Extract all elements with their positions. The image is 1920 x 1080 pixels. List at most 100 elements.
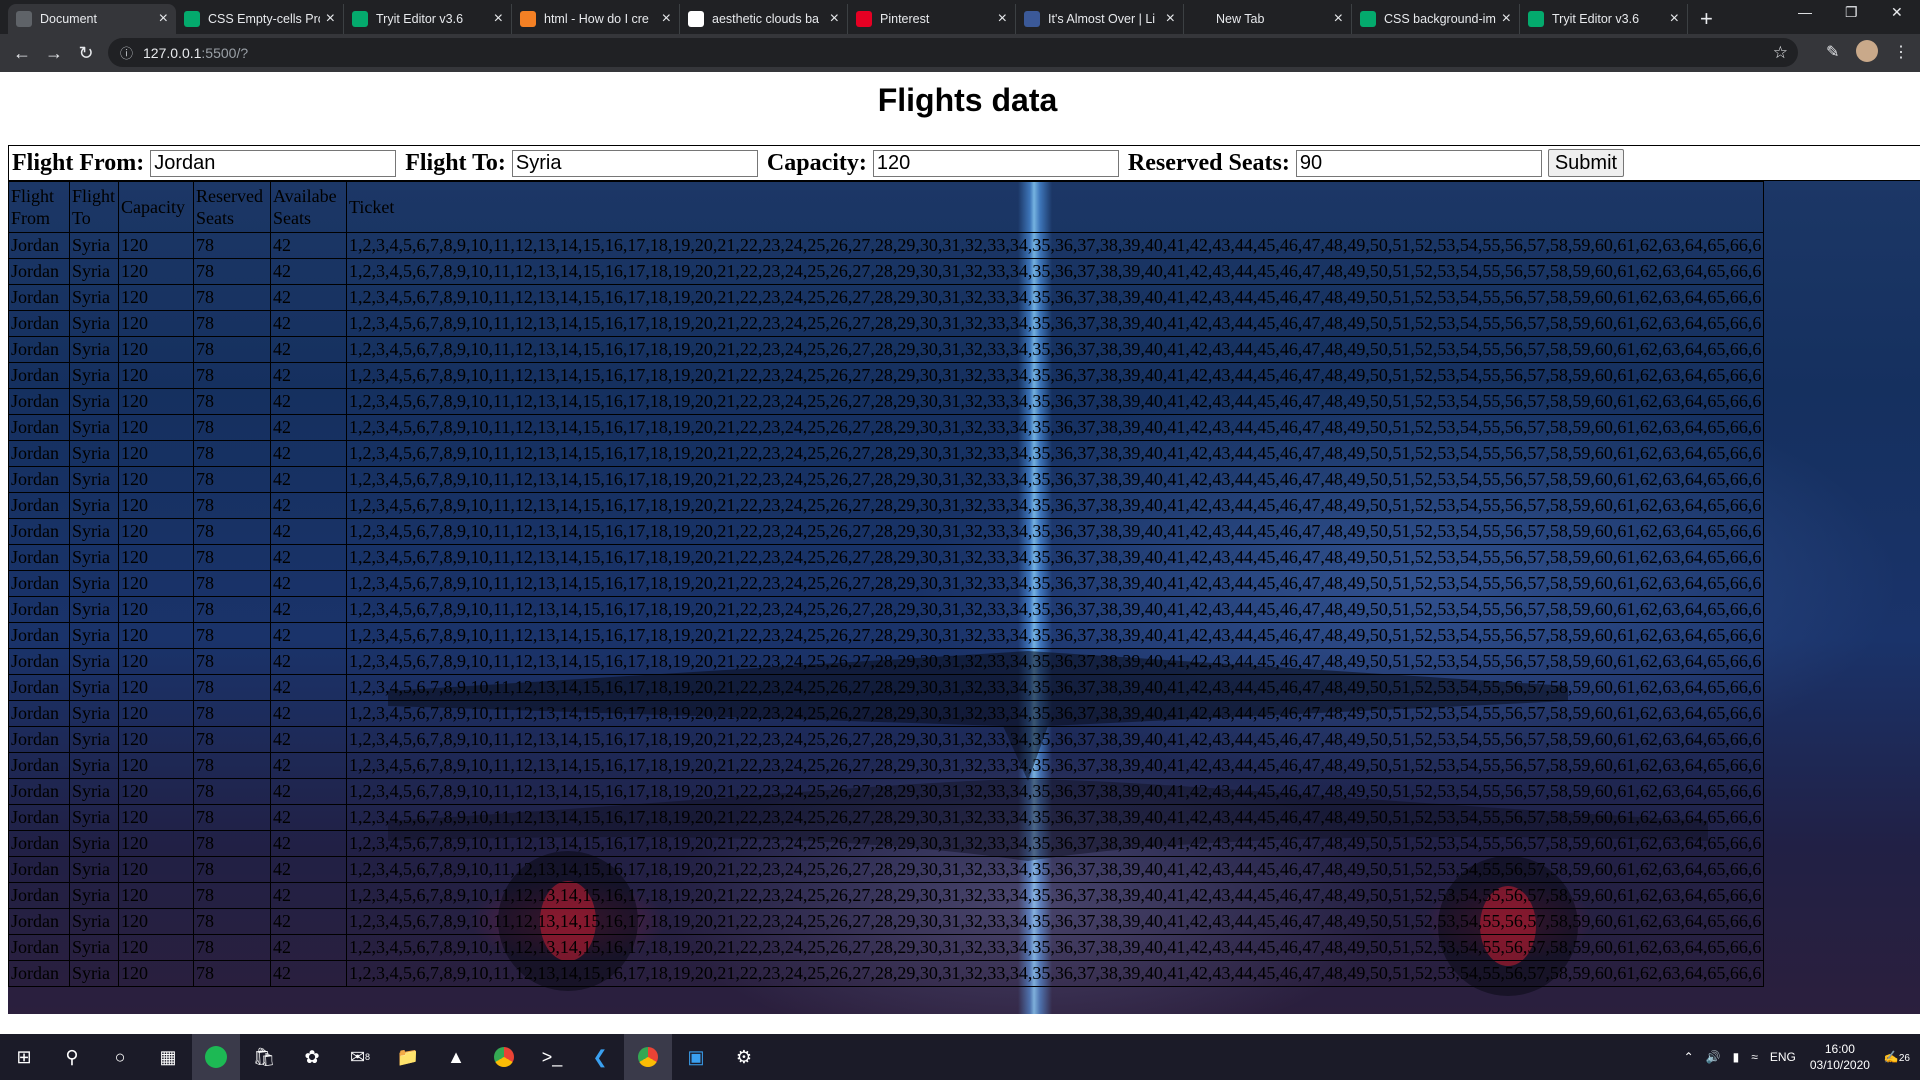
submit-button[interactable]: Submit bbox=[1547, 149, 1625, 177]
capacity-input[interactable] bbox=[872, 149, 1119, 177]
browser-tab[interactable]: It's Almost Over | Li × bbox=[1016, 4, 1184, 34]
tab-close-icon[interactable]: × bbox=[1166, 11, 1175, 27]
cell-flight-to: Syria bbox=[69, 908, 119, 935]
terminal-icon[interactable]: >_ bbox=[528, 1034, 576, 1080]
clock[interactable]: 16:00 03/10/2020 bbox=[1810, 1041, 1870, 1073]
tab-label: It's Almost Over | Li bbox=[1048, 12, 1156, 26]
cell-flight-from: Jordan bbox=[8, 752, 70, 779]
task-view-icon[interactable]: ▦ bbox=[144, 1034, 192, 1080]
restore-icon[interactable]: ❐ bbox=[1845, 4, 1858, 21]
bookmark-star-icon[interactable]: ☆ bbox=[1773, 43, 1788, 63]
cell-reserved-seats: 78 bbox=[193, 934, 271, 961]
app-icon[interactable]: ✿ bbox=[288, 1034, 336, 1080]
spotify-icon[interactable] bbox=[192, 1034, 240, 1080]
browser-tab[interactable]: Tryit Editor v3.6 × bbox=[344, 4, 512, 34]
chevron-up-icon[interactable]: ⌃ bbox=[1684, 1050, 1694, 1064]
volume-icon[interactable]: 🔊 bbox=[1706, 1050, 1721, 1064]
tab-close-icon[interactable]: × bbox=[494, 11, 503, 27]
close-window-icon[interactable]: ✕ bbox=[1891, 4, 1903, 21]
cell-reserved-seats: 78 bbox=[193, 908, 271, 935]
header-ticket: Ticket bbox=[345, 181, 1765, 233]
tab-close-icon[interactable]: × bbox=[662, 11, 671, 27]
cell-flight-from: Jordan bbox=[8, 648, 70, 675]
azure-icon[interactable]: ▲ bbox=[432, 1034, 480, 1080]
search-icon[interactable]: ⚲ bbox=[48, 1034, 96, 1080]
language-indicator[interactable]: ENG bbox=[1770, 1050, 1796, 1064]
tab-close-icon[interactable]: × bbox=[326, 11, 335, 27]
table-row: Jordan Syria 120 78 42 1,2,3,4,5,6,7,8,9,10,1… bbox=[8, 570, 1765, 597]
cell-flight-from: Jordan bbox=[8, 934, 70, 961]
windows-start-icon[interactable]: ⊞ bbox=[0, 1034, 48, 1080]
app-2-icon[interactable]: ⚙ bbox=[720, 1034, 768, 1080]
flight-from-input[interactable] bbox=[150, 149, 397, 177]
site-icon bbox=[1024, 11, 1040, 27]
photos-icon[interactable]: ▣ bbox=[672, 1034, 720, 1080]
cell-flight-from: Jordan bbox=[8, 570, 70, 597]
battery-icon[interactable]: ▮ bbox=[1733, 1050, 1740, 1064]
wifi-icon[interactable]: ≈ bbox=[1751, 1050, 1758, 1064]
notifications-icon[interactable]: ✍26 bbox=[1884, 1050, 1910, 1064]
back-icon[interactable]: ← bbox=[6, 43, 38, 64]
tab-close-icon[interactable]: × bbox=[830, 11, 839, 27]
cell-flight-from: Jordan bbox=[8, 544, 70, 571]
cell-capacity: 120 bbox=[118, 570, 194, 597]
forward-icon[interactable]: → bbox=[38, 43, 70, 64]
stackoverflow-icon bbox=[520, 11, 536, 27]
cell-ticket: 1,2,3,4,5,6,7,8,9,10,11,12,13,14,15,16,1… bbox=[345, 414, 1765, 441]
tab-strip: Document × CSS Empty-cells Pro × Tryit Edito… bbox=[0, 0, 1920, 34]
new-tab-button[interactable]: + bbox=[1700, 4, 1713, 34]
tab-label: Tryit Editor v3.6 bbox=[376, 12, 464, 26]
minimize-icon[interactable]: — bbox=[1798, 4, 1812, 20]
cell-reserved-seats: 78 bbox=[193, 466, 271, 493]
cell-flight-to: Syria bbox=[69, 388, 119, 415]
table-row: Jordan Syria 120 78 42 1,2,3,4,5,6,7,8,9,10,1… bbox=[8, 882, 1765, 909]
tab-close-icon[interactable]: × bbox=[159, 11, 168, 27]
cell-capacity: 120 bbox=[118, 414, 194, 441]
cell-reserved-seats: 78 bbox=[193, 362, 271, 389]
header-capacity: Capacity bbox=[118, 181, 194, 233]
browser-tab[interactable]: Pinterest × bbox=[848, 4, 1016, 34]
cortana-icon[interactable]: ○ bbox=[96, 1034, 144, 1080]
menu-icon[interactable]: ⋮ bbox=[1893, 42, 1909, 62]
cell-flight-to: Syria bbox=[69, 544, 119, 571]
reserved-seats-input[interactable] bbox=[1295, 149, 1542, 177]
address-bar[interactable]: ⓘ 127.0.0.1:5500/? ☆ bbox=[108, 38, 1798, 67]
cell-ticket: 1,2,3,4,5,6,7,8,9,10,11,12,13,14,15,16,1… bbox=[345, 752, 1765, 779]
reload-icon[interactable]: ↻ bbox=[70, 43, 102, 64]
cell-flight-to: Syria bbox=[69, 336, 119, 363]
cell-capacity: 120 bbox=[118, 648, 194, 675]
cell-capacity: 120 bbox=[118, 466, 194, 493]
tab-close-icon[interactable]: × bbox=[1502, 11, 1511, 27]
tab-close-icon[interactable]: × bbox=[1334, 11, 1343, 27]
table-row: Jordan Syria 120 78 42 1,2,3,4,5,6,7,8,9,10,1… bbox=[8, 232, 1765, 259]
vscode-icon[interactable]: ❮ bbox=[576, 1034, 624, 1080]
chrome-active-icon[interactable] bbox=[624, 1034, 672, 1080]
cell-flight-from: Jordan bbox=[8, 466, 70, 493]
mail-icon[interactable]: ✉ 8 bbox=[336, 1034, 384, 1080]
chrome-icon[interactable] bbox=[480, 1034, 528, 1080]
cell-available-seats: 42 bbox=[270, 622, 347, 649]
cell-ticket: 1,2,3,4,5,6,7,8,9,10,11,12,13,14,15,16,1… bbox=[345, 674, 1765, 701]
cell-flight-to: Syria bbox=[69, 414, 119, 441]
browser-tab[interactable]: CSS background-im × bbox=[1352, 4, 1520, 34]
browser-tab[interactable]: html - How do I cre × bbox=[512, 4, 680, 34]
flight-to-input[interactable] bbox=[511, 149, 758, 177]
browser-tab[interactable]: CSS Empty-cells Pro × bbox=[176, 4, 344, 34]
browser-tab[interactable]: New Tab × bbox=[1184, 4, 1352, 34]
cell-flight-to: Syria bbox=[69, 934, 119, 961]
browser-tab[interactable]: aesthetic clouds ba × bbox=[680, 4, 848, 34]
store-icon[interactable]: 🛍 bbox=[240, 1034, 288, 1080]
browser-tab[interactable]: Tryit Editor v3.6 × bbox=[1520, 4, 1688, 34]
cell-flight-from: Jordan bbox=[8, 492, 70, 519]
file-explorer-icon[interactable]: 📁 bbox=[384, 1034, 432, 1080]
cell-available-seats: 42 bbox=[270, 544, 347, 571]
tab-close-icon[interactable]: × bbox=[998, 11, 1007, 27]
extensions-icon[interactable]: ✎ bbox=[1826, 42, 1839, 62]
cell-flight-from: Jordan bbox=[8, 908, 70, 935]
tab-close-icon[interactable]: × bbox=[1670, 11, 1679, 27]
cell-flight-from: Jordan bbox=[8, 778, 70, 805]
cell-reserved-seats: 78 bbox=[193, 856, 271, 883]
info-icon[interactable]: ⓘ bbox=[120, 43, 133, 62]
browser-tab[interactable]: Document × bbox=[8, 4, 176, 34]
avatar[interactable] bbox=[1856, 40, 1878, 62]
